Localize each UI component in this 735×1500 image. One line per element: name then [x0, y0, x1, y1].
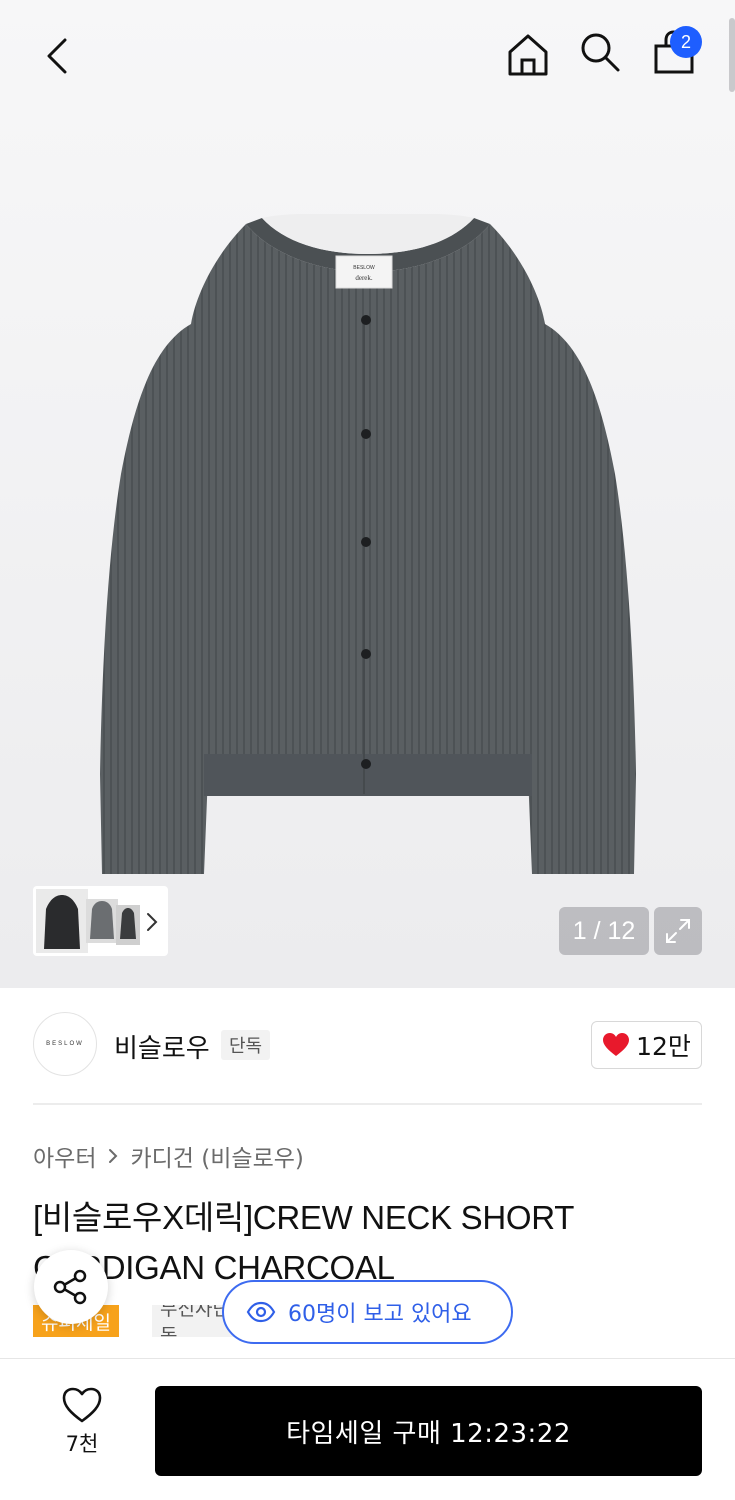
back-button[interactable] [30, 28, 86, 84]
viewers-indicator: 60명이 보고 있어요 [222, 1280, 513, 1344]
bottom-bar-divider [0, 1358, 735, 1359]
breadcrumb-category[interactable]: 아우터 [33, 1139, 96, 1173]
product-gallery[interactable]: BESLOW derek. 2 1 / 12 [0, 0, 735, 988]
viewers-text: 60명이 보고 있어요 [288, 1302, 472, 1327]
image-counter: 1 / 12 [559, 907, 649, 955]
fullscreen-button[interactable] [654, 907, 702, 955]
brand-like-count: 12만 [636, 1032, 691, 1061]
brand-logo[interactable]: BESLOW [33, 1012, 97, 1076]
share-icon [53, 1269, 87, 1305]
wishlist-count: 7천 [65, 1432, 99, 1456]
color-thumbnail [36, 889, 140, 953]
search-button[interactable] [572, 24, 628, 80]
section-divider [33, 1103, 702, 1105]
garment-label-brand: BESLOW [353, 265, 375, 271]
eye-icon [246, 1301, 276, 1323]
scrollbar[interactable] [729, 18, 735, 92]
expand-icon [666, 919, 690, 943]
share-button[interactable] [34, 1250, 108, 1324]
chevron-left-icon [47, 38, 67, 74]
product-image: BESLOW derek. [100, 214, 636, 874]
wishlist-button[interactable]: 7천 [40, 1386, 124, 1476]
cart-count-badge: 2 [670, 26, 702, 58]
exclusive-badge: 단독 [221, 1030, 271, 1060]
brand-name[interactable]: 비슬로우 [114, 1028, 210, 1065]
product-title: [비슬로우X데릭]CREW NECK SHORT CARDIGAN CHARCO… [33, 1199, 574, 1286]
garment-label-sub: derek. [355, 274, 373, 282]
search-icon [581, 33, 620, 72]
home-icon [508, 34, 548, 76]
brand-row: BESLOW 비슬로우 단독 12만 [0, 1000, 735, 1092]
brand-like-button[interactable]: 12만 [591, 1021, 702, 1069]
breadcrumb: 아우터 카디건 (비슬로우) [33, 1139, 304, 1173]
chevron-right-icon [147, 913, 158, 931]
breadcrumb-subcategory[interactable]: 카디건 (비슬로우) [130, 1139, 303, 1173]
chevron-right-icon [109, 1149, 118, 1163]
thumbnail-next-button[interactable] [142, 908, 162, 936]
heart-outline-icon [62, 1387, 102, 1423]
heart-filled-icon [603, 1033, 630, 1056]
home-button[interactable] [500, 26, 556, 82]
buy-button[interactable]: 타임세일 구매 12:23:22 [155, 1386, 702, 1476]
